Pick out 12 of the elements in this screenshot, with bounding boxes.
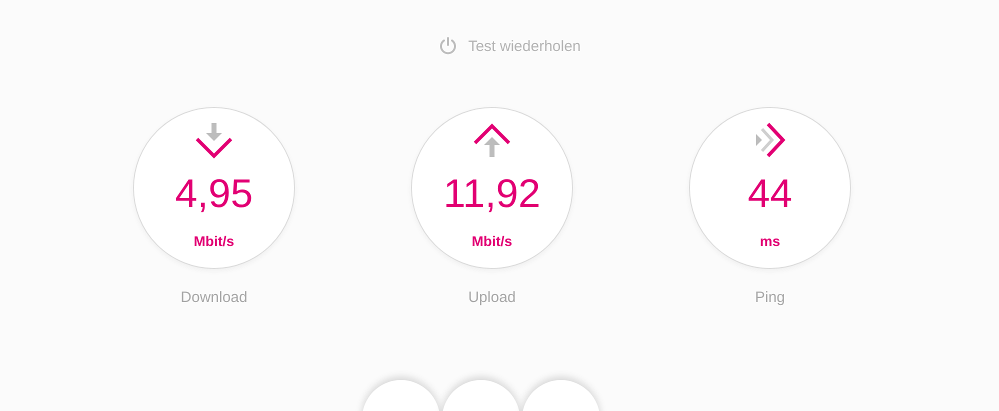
- metric-value: 11,92: [443, 172, 541, 216]
- power-icon: [438, 36, 458, 56]
- metric-unit: Mbit/s: [194, 233, 234, 249]
- repeat-test-button[interactable]: Test wiederholen: [438, 36, 581, 56]
- metric-label: Download: [180, 289, 248, 306]
- metric-unit: ms: [760, 233, 780, 249]
- metric-value: 44: [748, 172, 792, 216]
- down-arrow-icon: [194, 121, 234, 161]
- metric-value: 4,95: [175, 172, 253, 216]
- metric-label: Ping: [754, 289, 786, 306]
- metric-label: Upload: [468, 289, 516, 306]
- metric-unit: Mbit/s: [472, 233, 512, 249]
